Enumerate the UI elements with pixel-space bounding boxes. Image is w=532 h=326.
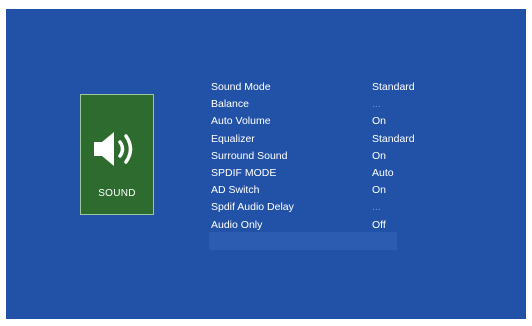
menu-item-value: On [372,115,387,128]
menu-item-label: Sound Mode [211,81,271,93]
menu-item-label: Equalizer [211,132,255,145]
menu-item-label: SPDIF MODE [211,166,277,179]
menu-item-surround-sound[interactable]: Surround Sound On [211,149,461,166]
menu-item-value: Off [372,218,386,231]
menu-item-value: On [372,184,387,197]
menu-item-label: Surround Sound [211,149,288,162]
menu-item-spdif-mode[interactable]: SPDIF MODE Auto [211,166,461,183]
menu-item-label: Auto Volume [211,115,271,128]
menu-item-value: ... [372,98,381,111]
menu-item-value: On [372,149,387,162]
menu-item-ad-switch[interactable]: AD Switch On [211,183,461,200]
sound-settings-list: Sound Mode Standard Balance ... Auto Vol… [211,80,461,235]
category-label: SOUND [98,188,136,199]
speaker-volume-icon [94,132,133,166]
menu-item-equalizer[interactable]: Equalizer Standard [211,132,461,149]
menu-item-sound-mode[interactable]: Sound Mode Standard [211,80,461,97]
menu-item-value: Standard [372,132,415,145]
menu-item-auto-volume[interactable]: Auto Volume On [211,114,461,131]
menu-item-label: Spdif Audio Delay [211,201,294,214]
selection-highlight [209,232,397,250]
menu-item-value: Auto [372,166,394,179]
menu-item-balance[interactable]: Balance ... [211,97,461,114]
menu-item-audio-only[interactable]: Audio Only Off [211,218,461,235]
menu-item-value: ... [372,201,381,214]
menu-item-label: AD Switch [211,184,260,197]
menu-item-spdif-audio-delay[interactable]: Spdif Audio Delay ... [211,200,461,217]
sound-category-tile[interactable]: SOUND [80,94,154,215]
menu-item-value: Standard [372,81,415,93]
menu-item-label: Audio Only [211,218,263,231]
menu-item-label: Balance [211,98,249,111]
